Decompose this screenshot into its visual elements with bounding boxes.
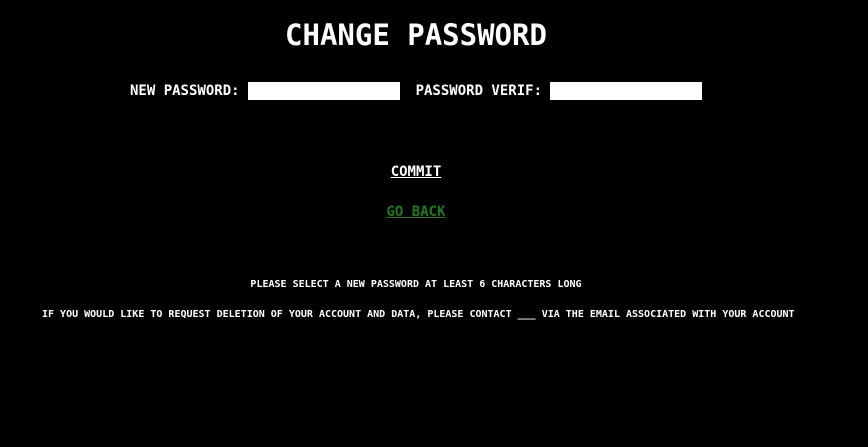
commit-link[interactable]: COMMIT	[391, 164, 442, 180]
password-verify-input[interactable]	[550, 82, 702, 100]
go-back-link[interactable]: GO BACK	[386, 204, 445, 220]
commit-link-row: COMMIT	[0, 164, 832, 180]
new-password-label: NEW PASSWORD:	[129, 83, 240, 99]
go-back-link-row: GO BACK	[0, 204, 832, 220]
password-form: NEW PASSWORD: PASSWORD VERIF:	[0, 82, 832, 100]
account-deletion-note: IF YOU WOULD LIKE TO REQUEST DELETION OF…	[42, 309, 795, 320]
password-verify-label: PASSWORD VERIF:	[415, 83, 542, 99]
new-password-input[interactable]	[247, 82, 400, 100]
password-length-note: PLEASE SELECT A NEW PASSWORD AT LEAST 6 …	[250, 279, 582, 290]
page-title: CHANGE PASSWORD	[285, 18, 547, 52]
